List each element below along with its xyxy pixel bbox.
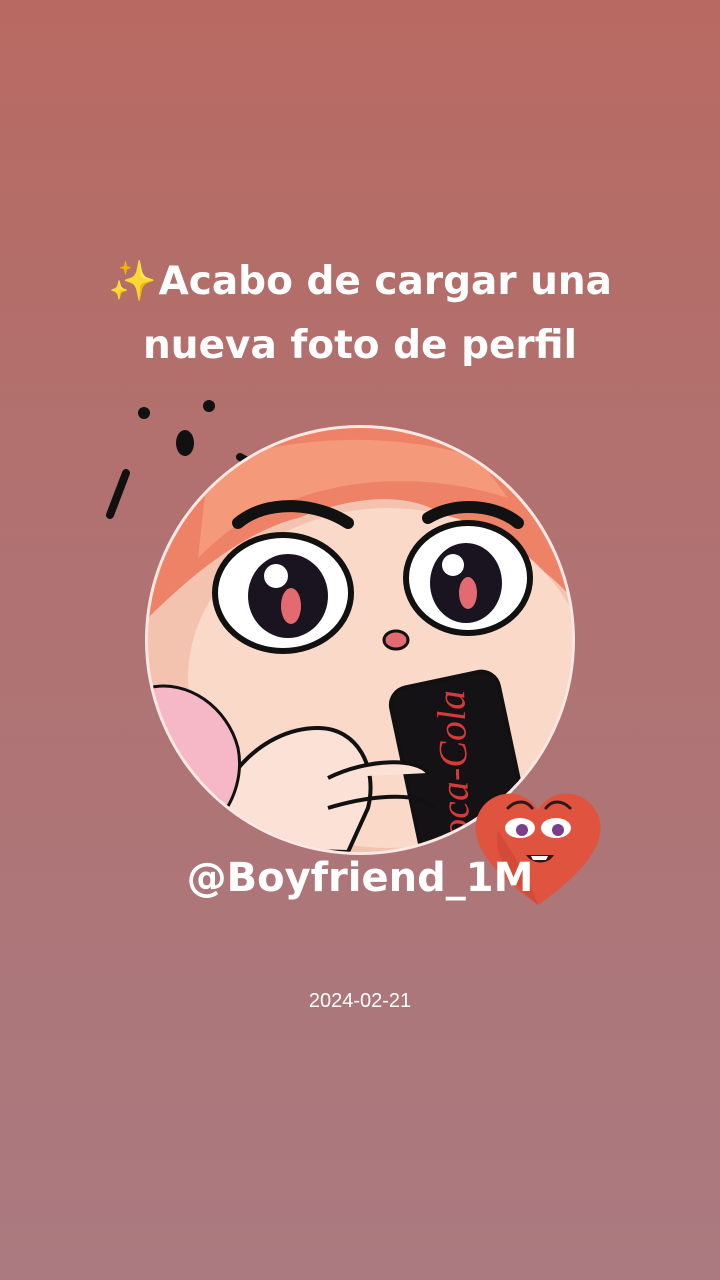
headline-text: Acabo de cargar una nueva foto de perfil bbox=[143, 259, 612, 368]
post-headline: ✨Acabo de cargar una nueva foto de perfi… bbox=[60, 250, 660, 378]
username[interactable]: @Boyfriend_1M bbox=[60, 855, 660, 901]
post-date: 2024-02-21 bbox=[308, 990, 412, 1012]
sparkles-icon: ✨ bbox=[108, 259, 157, 304]
